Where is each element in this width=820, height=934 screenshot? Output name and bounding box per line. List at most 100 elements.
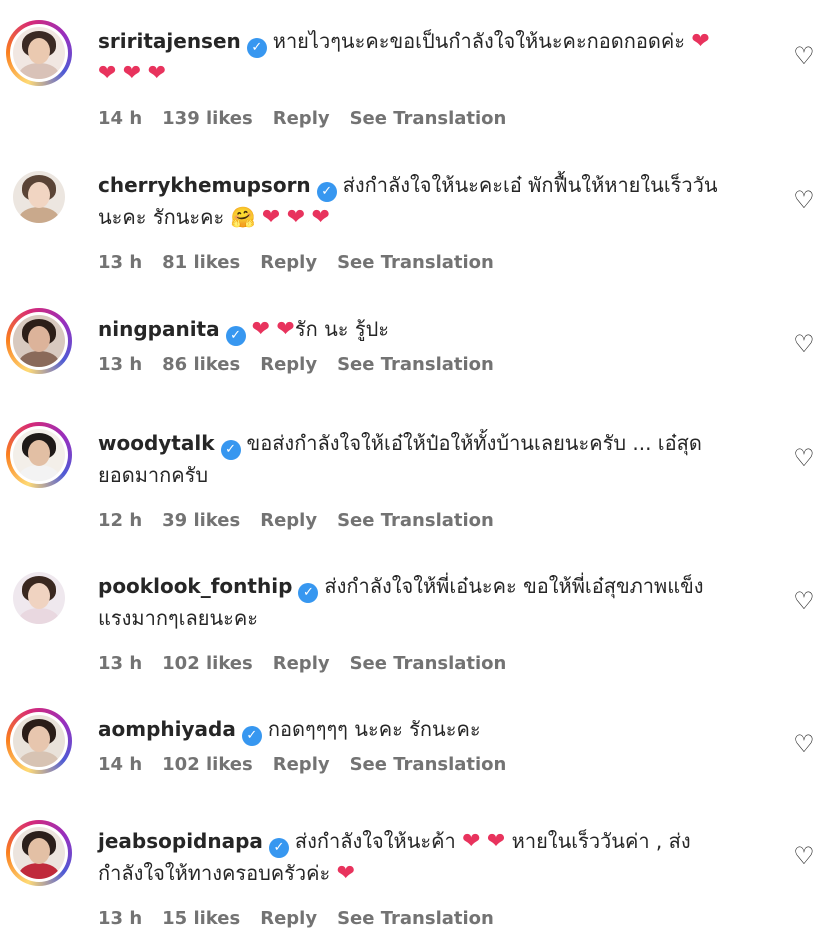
heart-emoji-icon: ❤	[691, 29, 710, 54]
like-count[interactable]: 102 likes	[162, 754, 253, 775]
see-translation-button[interactable]: See Translation	[350, 754, 507, 775]
see-translation-button[interactable]: See Translation	[337, 354, 494, 375]
avatar[interactable]	[6, 708, 72, 774]
verified-badge-icon: ✓	[246, 38, 267, 58]
heart-emoji-icon: ❤	[122, 61, 142, 86]
comment-line: aomphiyada ✓ กอดๆๆๆๆ นะคะ รักนะคะ	[98, 714, 768, 746]
heart-emoji-icon: ❤	[251, 317, 271, 342]
comment-body: กำลังใจให้ทางครอบครัวค่ะ ❤	[98, 861, 356, 886]
comment-text: cherrykhemupsorn ✓ ส่งกำลังใจให้นะคะเอ๋ พั…	[98, 170, 768, 233]
reply-button[interactable]: Reply	[273, 108, 330, 129]
username[interactable]: aomphiyada	[98, 717, 236, 741]
comment-line: ยอดมากครับ	[98, 460, 768, 491]
reply-button[interactable]: Reply	[260, 354, 317, 375]
username[interactable]: jeabsopidnapa	[98, 829, 263, 853]
heart-emoji-icon: ❤	[311, 205, 330, 230]
heart-outline-icon[interactable]: ♡	[790, 842, 818, 870]
see-translation-button[interactable]: See Translation	[350, 108, 507, 129]
comment-line: pooklook_fonthip ✓ ส่งกำลังใจให้พี่เอ๋นะคะ…	[98, 571, 768, 603]
avatar[interactable]	[6, 164, 72, 230]
reply-button[interactable]: Reply	[260, 908, 317, 929]
username[interactable]: pooklook_fonthip	[98, 574, 292, 598]
reply-button[interactable]: Reply	[260, 510, 317, 531]
timestamp: 13 h	[98, 908, 143, 929]
comment-meta: 13 h 81 likes Reply See Translation	[98, 252, 514, 273]
username[interactable]: cherrykhemupsorn	[98, 173, 311, 197]
like-count[interactable]: 139 likes	[162, 108, 253, 129]
timestamp: 13 h	[98, 354, 143, 375]
like-count[interactable]: 39 likes	[162, 510, 240, 531]
comment-text: aomphiyada ✓ กอดๆๆๆๆ นะคะ รักนะคะ	[98, 714, 768, 746]
comment-meta: 14 h 102 likes Reply See Translation	[98, 754, 526, 775]
heart-emoji-icon: ❤	[462, 829, 481, 854]
heart-outline-icon[interactable]: ♡	[790, 730, 818, 758]
like-count[interactable]: 15 likes	[162, 908, 240, 929]
see-translation-button[interactable]: See Translation	[337, 510, 494, 531]
comment-body: นะคะ รักนะคะ 🤗 ❤ ❤ ❤	[98, 205, 330, 230]
comment-body: ❤ ❤ ❤	[98, 61, 167, 86]
heart-emoji-icon: ❤	[98, 61, 117, 86]
like-count[interactable]: 86 likes	[162, 354, 240, 375]
comment-body: ส่งกำลังใจให้พี่เอ๋นะคะ ขอให้พี่เอ๋สุขภา…	[324, 574, 704, 598]
comment-body: แรงมากๆเลยนะคะ	[98, 606, 259, 630]
avatar[interactable]	[6, 20, 72, 86]
comment-body: ส่งกำลังใจให้นะค้า ❤ ❤ หายในเร็ววันค่า ,…	[294, 829, 691, 854]
avatar[interactable]	[6, 565, 72, 631]
comment-line: woodytalk ✓ ขอส่งกำลังใจให้เอ๋ให้ป๋อให้ทั้…	[98, 428, 768, 460]
comment-meta: 13 h 86 likes Reply See Translation	[98, 354, 514, 375]
comment-meta: 12 h 39 likes Reply See Translation	[98, 510, 514, 531]
comment-line: กำลังใจให้ทางครอบครัวค่ะ ❤	[98, 858, 768, 889]
verified-badge-icon: ✓	[268, 838, 289, 858]
verified-badge-icon: ✓	[220, 440, 241, 460]
verified-badge-icon: ✓	[225, 326, 246, 346]
comment-text: ningpanita ✓ ❤ ❤รัก นะ รู้ปะ	[98, 314, 768, 346]
comment-body: ❤ ❤รัก นะ รู้ปะ	[251, 317, 390, 342]
comment-line: sriritajensen ✓ หายไวๆนะคะขอเป็นกำลังใจให้…	[98, 26, 768, 58]
username[interactable]: sriritajensen	[98, 29, 241, 53]
see-translation-button[interactable]: See Translation	[337, 252, 494, 273]
heart-emoji-icon: ❤	[286, 205, 306, 230]
reply-button[interactable]: Reply	[260, 252, 317, 273]
comment-text: woodytalk ✓ ขอส่งกำลังใจให้เอ๋ให้ป๋อให้ทั้…	[98, 428, 768, 491]
heart-outline-icon[interactable]: ♡	[790, 42, 818, 70]
avatar[interactable]	[6, 308, 72, 374]
comment-meta: 13 h 15 likes Reply See Translation	[98, 908, 514, 929]
heart-outline-icon[interactable]: ♡	[790, 444, 818, 472]
heart-emoji-icon: ❤	[336, 861, 356, 886]
timestamp: 14 h	[98, 754, 143, 775]
timestamp: 13 h	[98, 252, 143, 273]
avatar[interactable]	[6, 422, 72, 488]
like-count[interactable]: 81 likes	[162, 252, 240, 273]
comment-line: ningpanita ✓ ❤ ❤รัก นะ รู้ปะ	[98, 314, 768, 346]
heart-emoji-icon: ❤	[147, 61, 167, 86]
reply-button[interactable]: Reply	[273, 653, 330, 674]
comment-line: แรงมากๆเลยนะคะ	[98, 603, 768, 634]
see-translation-button[interactable]: See Translation	[350, 653, 507, 674]
reply-button[interactable]: Reply	[273, 754, 330, 775]
verified-badge-icon: ✓	[316, 182, 337, 202]
comment-meta: 14 h 139 likes Reply See Translation	[98, 108, 526, 129]
comment-body: ส่งกำลังใจให้นะคะเอ๋ พักฟื้นให้หายในเร็ว…	[342, 173, 718, 197]
heart-emoji-icon: ❤	[261, 205, 281, 230]
comment-line: cherrykhemupsorn ✓ ส่งกำลังใจให้นะคะเอ๋ พั…	[98, 170, 768, 202]
heart-emoji-icon: ❤	[486, 829, 506, 854]
username[interactable]: woodytalk	[98, 431, 215, 455]
comment-text: jeabsopidnapa ✓ ส่งกำลังใจให้นะค้า ❤ ❤ หาย…	[98, 826, 768, 889]
heart-outline-icon[interactable]: ♡	[790, 330, 818, 358]
comment-meta: 13 h 102 likes Reply See Translation	[98, 653, 526, 674]
like-count[interactable]: 102 likes	[162, 653, 253, 674]
username[interactable]: ningpanita	[98, 317, 220, 341]
comment-line: ❤ ❤ ❤	[98, 58, 768, 89]
heart-outline-icon[interactable]: ♡	[790, 186, 818, 214]
see-translation-button[interactable]: See Translation	[337, 908, 494, 929]
comment-line: นะคะ รักนะคะ 🤗 ❤ ❤ ❤	[98, 202, 768, 233]
comment-body: ยอดมากครับ	[98, 463, 209, 487]
timestamp: 13 h	[98, 653, 143, 674]
verified-badge-icon: ✓	[241, 726, 262, 746]
verified-badge-icon: ✓	[298, 583, 319, 603]
avatar[interactable]	[6, 820, 72, 886]
comment-body: ขอส่งกำลังใจให้เอ๋ให้ป๋อให้ทั้งบ้านเลยนะ…	[246, 431, 702, 455]
comment-body: กอดๆๆๆๆ นะคะ รักนะคะ	[267, 717, 481, 741]
heart-outline-icon[interactable]: ♡	[790, 587, 818, 615]
timestamp: 14 h	[98, 108, 143, 129]
